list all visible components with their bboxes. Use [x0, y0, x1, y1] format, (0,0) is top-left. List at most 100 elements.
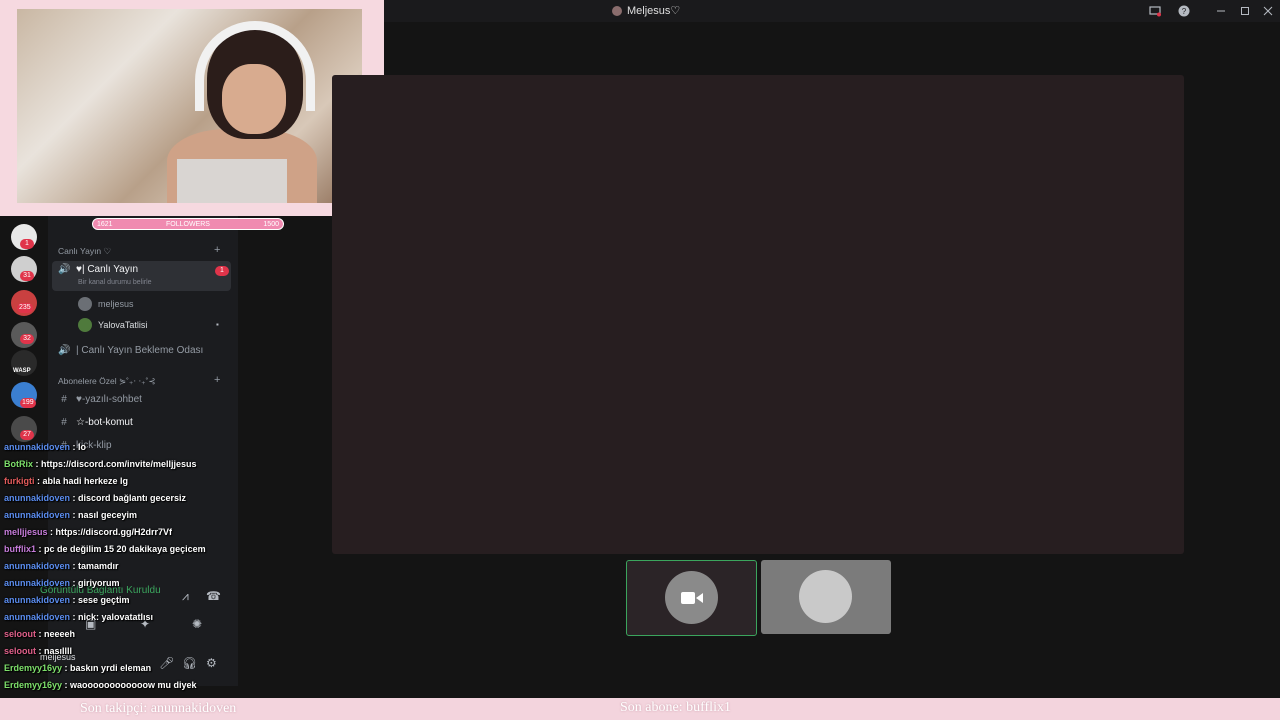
webcam-video [17, 9, 362, 203]
chat-text: https://discord.gg/H2drr7Vf [55, 527, 173, 537]
minimize-icon[interactable] [1213, 3, 1229, 19]
disconnect-icon[interactable]: ☎ [206, 589, 221, 603]
chat-username[interactable]: anunnakidoven [4, 561, 70, 571]
chat-separator: : [70, 595, 79, 605]
last-follower: Son takipçi: anunnakidoven [80, 701, 237, 716]
chat-username[interactable]: anunnakidoven [4, 595, 70, 605]
chat-message: furkigti : abla hadi herkeze lg [4, 476, 128, 486]
chat-text: https://discord.com/invite/melljjesus [41, 459, 197, 469]
chat-message: anunnakidoven : sese geçtim [4, 595, 130, 605]
settings-gear-icon[interactable]: ⚙ [206, 656, 217, 670]
followers-goal: 1500 [263, 220, 279, 228]
help-icon[interactable]: ? [1176, 3, 1192, 19]
chat-separator: : [47, 527, 56, 537]
hash-icon: # [61, 394, 67, 405]
noise-suppression-icon[interactable]: ⩘ [182, 589, 189, 604]
participant-item[interactable]: YalovaTatlisi [78, 318, 147, 332]
channel-status[interactable]: Bir kanal durumu belirle [78, 279, 152, 286]
chat-text: nick: yalovatatlısı [78, 612, 154, 622]
chat-text: giriyorum [78, 578, 120, 588]
chat-username[interactable]: Erdemyy16yy [4, 680, 62, 690]
chat-text: lo [78, 442, 87, 452]
server-badge: 235 [17, 303, 33, 313]
chat-separator: : [70, 442, 79, 452]
chat-separator: : [70, 612, 79, 622]
category-live[interactable]: Canlı Yayın ♡ [58, 246, 111, 257]
soundboard-icon[interactable]: ✺ [192, 617, 202, 631]
channel-badge: 1 [215, 266, 229, 276]
chat-message: anunnakidoven : tamamdır [4, 561, 119, 571]
camera-icon [681, 592, 703, 604]
chat-separator: : [70, 561, 79, 571]
text-channel[interactable]: # ♥-yazılı-sohbet [58, 394, 142, 405]
chat-username[interactable]: bufflix1 [4, 544, 36, 554]
main-video-stage[interactable] [332, 75, 1184, 554]
hash-icon: # [61, 417, 67, 428]
participant-tile[interactable] [761, 560, 891, 634]
participant-name: YalovaTatlisi [98, 320, 148, 330]
chat-message: seloout : nasıllll [4, 646, 72, 656]
maximize-icon[interactable] [1237, 3, 1253, 19]
chat-username[interactable]: BotRix [4, 459, 33, 469]
chat-message: seloout : neeeeh [4, 629, 75, 639]
chat-text: discord bağlantı gecersiz [78, 493, 187, 503]
server-badge: 32 [20, 334, 34, 344]
text-channel-label: ♥-yazılı-sohbet [76, 394, 142, 405]
chat-text: neeeeh [44, 629, 76, 639]
text-channel-label: ☆-bot-komut [76, 417, 133, 428]
mic-icon[interactable]: 🎤︎ [159, 656, 174, 670]
screen-share-icon[interactable] [1147, 3, 1163, 19]
add-channel-icon[interactable]: + [214, 244, 220, 256]
window-title: Meljesus♡ [612, 4, 680, 17]
chat-message: anunnakidoven : giriyorum [4, 578, 120, 588]
chat-text: waoooooooooooow mu diyek [70, 680, 197, 690]
channel-live[interactable]: 🔊 ♥| Canlı Yayın [58, 264, 138, 275]
chat-username[interactable]: seloout [4, 629, 36, 639]
chat-username[interactable]: furkigti [4, 476, 35, 486]
speaker-icon: 🔊 [58, 264, 71, 275]
chat-text: pc de değilim 15 20 dakikaya geçicem [44, 544, 206, 554]
window-title-text: Meljesus♡ [627, 5, 681, 17]
chat-username[interactable]: anunnakidoven [4, 493, 70, 503]
chat-message: melljjesus : https://discord.gg/H2drr7Vf [4, 527, 172, 537]
text-channel[interactable]: # ☆-bot-komut [58, 417, 133, 428]
close-icon[interactable] [1260, 3, 1276, 19]
chat-separator: : [33, 459, 41, 469]
participant-tile[interactable] [626, 560, 757, 636]
chat-message: Erdemyy16yy : baskın yrdi eleman [4, 663, 151, 673]
chat-text: nasıl geceyim [78, 510, 138, 520]
avatar [799, 570, 852, 623]
chat-text: baskın yrdi eleman [70, 663, 152, 673]
chat-text: abla hadi herkeze lg [42, 476, 129, 486]
chat-separator: : [70, 493, 79, 503]
title-avatar [612, 5, 622, 16]
server-badge: 31 [20, 271, 34, 281]
headphones-icon[interactable]: 🎧︎ [182, 656, 197, 670]
add-channel-icon[interactable]: + [214, 374, 220, 386]
participant-item[interactable]: meljesus [78, 297, 134, 311]
chat-message: anunnakidoven : nick: yalovatatlısı [4, 612, 153, 622]
server-badge: 199 [20, 398, 36, 408]
chat-username[interactable]: anunnakidoven [4, 612, 70, 622]
chat-message: bufflix1 : pc de değilim 15 20 dakikaya … [4, 544, 206, 554]
chat-username[interactable]: seloout [4, 646, 36, 656]
avatar [78, 318, 92, 332]
chat-separator: : [36, 544, 45, 554]
chat-username[interactable]: anunnakidoven [4, 510, 70, 520]
channel-waiting[interactable]: 🔊 | Canlı Yayın Bekleme Odası [58, 345, 203, 356]
chat-separator: : [70, 578, 79, 588]
chat-separator: : [62, 680, 71, 690]
chat-text: tamamdır [78, 561, 119, 571]
chat-username[interactable]: Erdemyy16yy [4, 663, 62, 673]
chat-username[interactable]: anunnakidoven [4, 442, 70, 452]
category-sub[interactable]: Abonelere Özel ⋟˚₊‧ ‧₊˚⊰ [58, 376, 156, 387]
chat-separator: : [62, 663, 71, 673]
chat-username[interactable]: melljjesus [4, 527, 48, 537]
chat-separator: : [34, 476, 43, 486]
chat-message: anunnakidoven : nasıl geceyim [4, 510, 137, 520]
chat-separator: : [36, 629, 45, 639]
svg-text:?: ? [1182, 7, 1187, 16]
chat-username[interactable]: anunnakidoven [4, 578, 70, 588]
last-subscriber: Son abone: bufflix1 [620, 700, 731, 715]
chat-text: sese geçtim [78, 595, 130, 605]
